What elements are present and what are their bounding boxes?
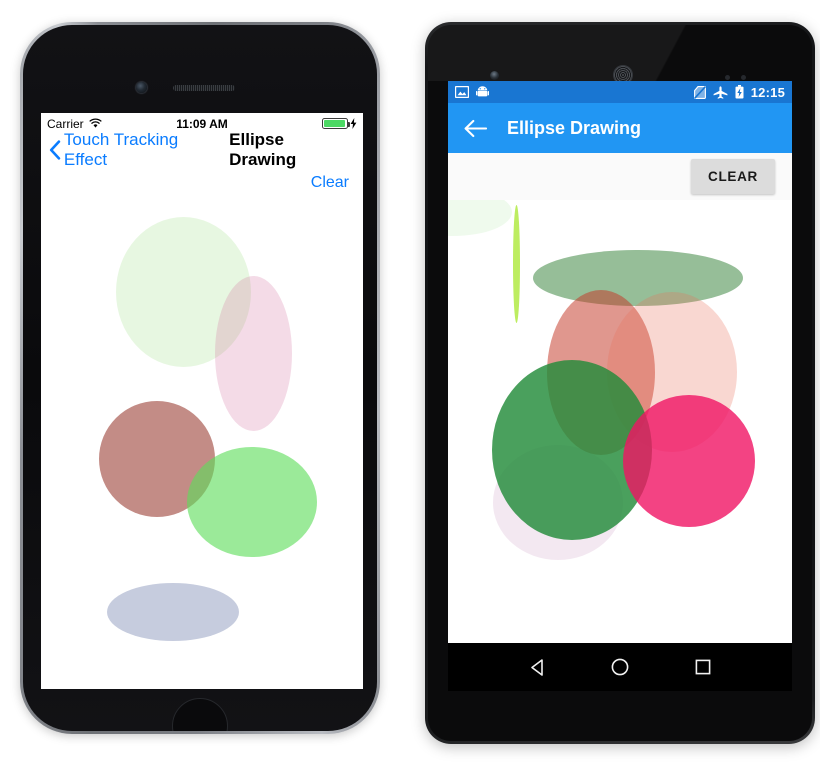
proximity-sensor-icon bbox=[725, 75, 730, 80]
android-page-title: Ellipse Drawing bbox=[507, 117, 642, 138]
no-sim-card-icon bbox=[693, 85, 706, 99]
sage-green-wide-ellipse bbox=[533, 250, 743, 306]
front-camera-icon bbox=[490, 71, 499, 80]
android-robot-icon bbox=[476, 86, 489, 97]
chevron-left-icon bbox=[49, 139, 61, 160]
circle-home-icon[interactable] bbox=[610, 657, 630, 677]
home-button[interactable] bbox=[172, 698, 228, 731]
arrow-left-icon[interactable] bbox=[464, 119, 487, 138]
ios-drawing-canvas[interactable] bbox=[41, 201, 363, 689]
faint-mint-ellipse bbox=[448, 200, 512, 236]
gray-blue-ellipse bbox=[107, 583, 239, 641]
iphone-body: Carrier 11:09 AM Touch Tracking Effect E… bbox=[23, 25, 377, 731]
android-screen: 12:15 Ellipse Drawing CLEAR bbox=[448, 81, 792, 691]
ios-page-title: Ellipse Drawing bbox=[229, 129, 297, 169]
light-sensor-icon bbox=[741, 75, 746, 80]
earpiece-speaker-icon bbox=[173, 85, 235, 91]
ios-clock: 11:09 AM bbox=[176, 116, 228, 131]
front-camera-icon bbox=[136, 82, 147, 93]
hot-pink-circle bbox=[623, 395, 755, 527]
android-clock: 12:15 bbox=[750, 84, 785, 100]
square-recents-icon[interactable] bbox=[694, 658, 712, 676]
screenshot-root: Carrier 11:09 AM Touch Tracking Effect E… bbox=[0, 0, 820, 768]
triangle-back-icon[interactable] bbox=[528, 658, 547, 677]
android-app-bar: Ellipse Drawing bbox=[448, 103, 792, 153]
android-navigation-bar bbox=[448, 643, 792, 691]
android-body: 12:15 Ellipse Drawing CLEAR bbox=[428, 25, 812, 741]
android-clear-button[interactable]: CLEAR bbox=[691, 159, 775, 194]
ios-clear-button[interactable]: Clear bbox=[311, 174, 349, 192]
android-toolbar: CLEAR bbox=[448, 153, 792, 200]
image-screenshot-icon bbox=[455, 86, 469, 98]
iphone-screen: Carrier 11:09 AM Touch Tracking Effect E… bbox=[41, 113, 363, 689]
android-device-frame: 12:15 Ellipse Drawing CLEAR bbox=[425, 22, 815, 744]
ios-back-label: Touch Tracking Effect bbox=[63, 129, 179, 169]
thin-lime-sliver bbox=[513, 205, 520, 323]
pale-pink-ellipse bbox=[215, 276, 292, 431]
battery-charging-icon bbox=[735, 85, 744, 99]
android-drawing-canvas[interactable] bbox=[448, 200, 792, 643]
iphone-device-frame: Carrier 11:09 AM Touch Tracking Effect E… bbox=[20, 22, 380, 734]
ios-navigation-bar: Touch Tracking Effect Ellipse Drawing bbox=[41, 130, 363, 169]
light-green-ellipse bbox=[187, 447, 317, 557]
ios-back-button[interactable]: Touch Tracking Effect bbox=[49, 130, 225, 170]
battery-icon bbox=[322, 118, 350, 129]
ios-toolbar: Clear bbox=[41, 165, 363, 201]
airplane-mode-icon bbox=[713, 85, 728, 99]
android-status-bar: 12:15 bbox=[448, 81, 792, 103]
